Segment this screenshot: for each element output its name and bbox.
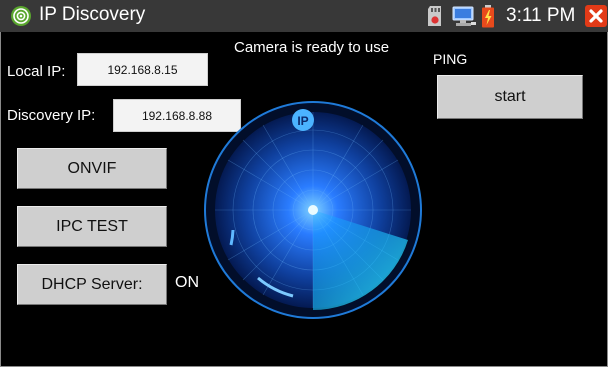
sd-card-icon	[428, 6, 441, 26]
local-ip-field[interactable]: 192.168.8.15	[77, 53, 208, 86]
dhcp-state-text: ON	[175, 274, 199, 291]
ping-label: PING	[433, 51, 468, 67]
clock-time: 3:11 PM	[506, 5, 576, 26]
close-icon	[589, 9, 603, 23]
camera-status-message: Camera is ready to use	[234, 39, 390, 56]
battery-icon	[482, 5, 494, 28]
ipc-test-button[interactable]: IPC TEST	[17, 206, 167, 247]
onvif-button[interactable]: ONVIF	[17, 148, 167, 189]
status-bar: IP Discovery 3:11 PM	[0, 0, 608, 32]
local-ip-label: Local IP:	[7, 63, 66, 80]
network-icon	[452, 6, 476, 26]
ip-discovery-app-icon	[11, 6, 31, 26]
close-button[interactable]	[585, 5, 607, 27]
discovery-ip-label: Discovery IP:	[7, 107, 96, 124]
radar-scan-graphic: IP	[204, 101, 422, 319]
radar-ip-badge: IP	[297, 114, 308, 128]
ping-start-button[interactable]: start	[437, 75, 583, 119]
window-title: IP Discovery	[39, 4, 146, 25]
dhcp-server-button[interactable]: DHCP Server:	[17, 264, 167, 305]
